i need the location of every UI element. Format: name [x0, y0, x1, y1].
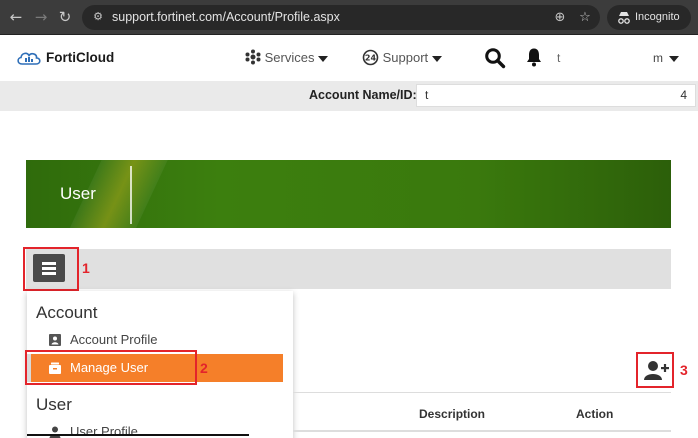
add-user-icon[interactable] [641, 357, 671, 385]
user-menu-label: m [653, 51, 663, 65]
reload-icon[interactable]: ↻ [57, 9, 73, 25]
toolbar-strip [26, 249, 671, 289]
callout-box-1 [23, 247, 79, 291]
account-name-field[interactable]: t 4 [416, 84, 696, 107]
account-bar: Account Name/ID: t 4 [0, 81, 698, 111]
callout-number-2: 2 [200, 360, 208, 376]
account-name-label: Account Name/ID: [309, 88, 417, 102]
account-id-value: 4 [680, 88, 687, 102]
column-header-description[interactable]: Description [419, 407, 485, 421]
chevron-down-icon [669, 55, 679, 62]
user-name-short[interactable]: t [557, 51, 560, 65]
browser-toolbar: ← → ↻ ⚙ support.fortinet.com/Account/Pro… [0, 0, 698, 35]
support-icon: 24 [362, 49, 379, 66]
address-bar[interactable]: ⚙ support.fortinet.com/Account/Profile.a… [82, 5, 600, 30]
bookmark-star-icon[interactable]: ☆ [577, 10, 593, 26]
page-title: User [60, 184, 96, 203]
user-table-header: Description Action [293, 392, 671, 432]
divider [27, 434, 249, 436]
search-icon[interactable] [484, 47, 506, 69]
incognito-indicator[interactable]: Incognito [607, 5, 691, 30]
callout-box-2 [25, 350, 197, 385]
support-menu[interactable]: 24 Support [362, 49, 443, 67]
banner-divider [130, 166, 132, 224]
chevron-down-icon [432, 55, 443, 62]
user-profile-icon [49, 426, 61, 438]
brand-name: FortiCloud [46, 50, 115, 65]
forticloud-logo[interactable]: FortiCloud [16, 49, 116, 69]
site-info-icon[interactable]: ⚙ [91, 10, 105, 24]
account-name-value: t [425, 88, 429, 102]
incognito-label: Incognito [635, 11, 680, 23]
services-icon [245, 49, 261, 65]
site-header: FortiCloud Services 24 Support t m [0, 35, 698, 81]
url-text[interactable]: support.fortinet.com/Account/Profile.asp… [112, 10, 340, 25]
callout-number-3: 3 [680, 362, 688, 378]
incognito-icon [618, 12, 630, 24]
column-header-action[interactable]: Action [576, 407, 613, 421]
zoom-icon[interactable]: ⊕ [552, 10, 568, 26]
menu-heading-user: User [36, 395, 72, 414]
page-banner: User [26, 160, 671, 228]
services-menu[interactable]: Services [245, 49, 329, 67]
bell-icon[interactable] [525, 47, 543, 67]
page: ← → ↻ ⚙ support.fortinet.com/Account/Pro… [0, 0, 698, 438]
support-label: Support [382, 50, 429, 65]
account-profile-icon [49, 334, 61, 346]
chevron-down-icon [318, 55, 329, 62]
back-icon[interactable]: ← [8, 9, 24, 25]
menu-heading-account: Account [36, 303, 98, 322]
svg-text:24: 24 [365, 54, 377, 63]
forward-icon[interactable]: → [33, 9, 49, 25]
forticloud-logo-icon [17, 52, 41, 65]
callout-number-1: 1 [82, 260, 90, 276]
user-menu[interactable]: m [653, 51, 679, 65]
services-label: Services [264, 50, 315, 65]
